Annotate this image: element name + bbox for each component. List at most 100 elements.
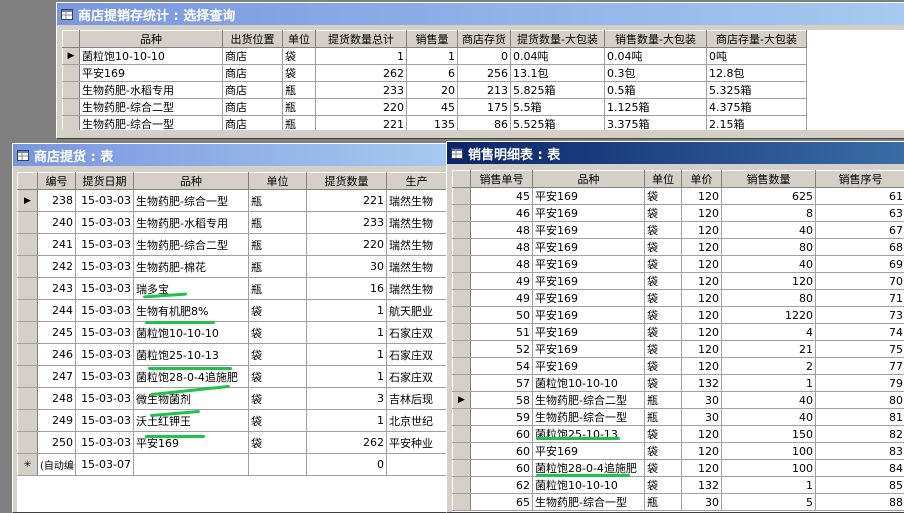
table-cell[interactable]: 625 (722, 188, 816, 205)
table-cell[interactable]: 平安169 (533, 205, 645, 222)
table-cell[interactable]: 袋 (645, 188, 682, 205)
table-cell[interactable]: 30 (307, 256, 387, 278)
table-cell[interactable]: 袋 (645, 375, 682, 392)
column-header[interactable]: 销售序号 (816, 171, 904, 188)
table-row[interactable]: 生物药肥-综合一型商店瓶221135865.525箱3.375箱2.15箱 (63, 116, 807, 131)
table-cell[interactable]: 瓶 (249, 212, 307, 234)
table-cell[interactable]: 石家庄双 (387, 366, 447, 388)
table-cell[interactable]: 150 (722, 426, 816, 443)
table-cell[interactable]: 46 (471, 205, 533, 222)
table-cell[interactable]: 生物药肥-综合一型 (80, 116, 223, 131)
table-cell[interactable]: 262 (307, 432, 387, 454)
table-cell[interactable]: 15-03-03 (76, 388, 134, 410)
table-cell[interactable]: 平安169 (533, 341, 645, 358)
table-cell[interactable]: 48 (471, 239, 533, 256)
table-row[interactable]: 48平安169袋1204069 (453, 256, 904, 273)
record-selector[interactable] (453, 460, 471, 477)
table-cell[interactable]: 商店 (223, 116, 283, 131)
table-cell[interactable]: 北京世纪 (387, 410, 447, 432)
table-cell[interactable]: 63 (816, 205, 904, 222)
table-cell[interactable]: 120 (682, 222, 722, 239)
table-row[interactable]: 48平安169袋1208068 (453, 239, 904, 256)
table-row[interactable]: 24415-03-03生物有机肥8%袋1航天肥业 (18, 300, 447, 322)
table-row[interactable]: 24815-03-03微生物菌剂袋3吉林后现 (18, 388, 447, 410)
table-cell[interactable]: 瓶 (645, 392, 682, 409)
table-cell[interactable]: 175 (458, 99, 511, 116)
table-cell[interactable]: 20 (407, 82, 458, 99)
table-cell[interactable]: 77 (816, 358, 904, 375)
datasheet-grid[interactable]: 编号提货日期品种单位提货数量生产▶23815-03-03生物药肥-综合一型瓶22… (17, 172, 453, 512)
table-cell[interactable]: 15-03-03 (76, 278, 134, 300)
table-cell[interactable]: 瓶 (283, 116, 316, 131)
table-cell[interactable]: 30 (682, 392, 722, 409)
table-cell[interactable]: 80 (816, 392, 904, 409)
table-cell[interactable]: 221 (316, 116, 407, 131)
table-cell[interactable]: 40 (722, 222, 816, 239)
table-cell[interactable]: 45 (471, 188, 533, 205)
table-row[interactable]: 52平安169袋1202175 (453, 341, 904, 358)
table-cell[interactable]: 120 (722, 273, 816, 290)
table-cell[interactable]: 袋 (249, 432, 307, 454)
table-cell[interactable]: 吉林后现 (387, 388, 447, 410)
table-cell[interactable]: 52 (471, 341, 533, 358)
table-row[interactable]: 平安169商店袋262625613.1包0.3包12.8包 (63, 65, 807, 82)
table-row[interactable]: 60平安169袋12010083 (453, 443, 904, 460)
record-selector[interactable] (453, 358, 471, 375)
record-selector[interactable] (453, 222, 471, 239)
table-row[interactable]: 51平安169袋120474 (453, 324, 904, 341)
table-row[interactable]: 24315-03-03瑞多宝瓶16瑞然生物 (18, 278, 447, 300)
table-cell[interactable]: 0吨 (707, 48, 807, 65)
table-row[interactable]: 48平安169袋1204067 (453, 222, 904, 239)
table-cell[interactable]: 菌粒饱25-10-13 (134, 344, 249, 366)
table-cell[interactable]: 袋 (283, 65, 316, 82)
table-cell[interactable]: 0 (458, 48, 511, 65)
table-cell[interactable]: 袋 (645, 358, 682, 375)
table-cell[interactable]: 1 (722, 375, 816, 392)
table-cell[interactable]: 233 (316, 82, 407, 99)
table-cell[interactable]: 49 (471, 290, 533, 307)
column-header[interactable]: 商店存量-大包装 (707, 31, 807, 48)
table-cell[interactable]: 15-03-03 (76, 256, 134, 278)
table-cell[interactable]: 16 (307, 278, 387, 300)
table-cell[interactable]: 51 (471, 324, 533, 341)
table-cell[interactable]: 13.1包 (511, 65, 605, 82)
table-cell[interactable]: 1 (307, 322, 387, 344)
table-cell[interactable]: 244 (38, 300, 76, 322)
table-cell[interactable]: 3.375箱 (605, 116, 707, 131)
table-cell[interactable] (249, 454, 307, 476)
table-cell[interactable]: 68 (816, 239, 904, 256)
table-cell[interactable]: 生物药肥-综合一型 (134, 190, 249, 212)
table-cell[interactable]: 120 (682, 290, 722, 307)
record-selector[interactable]: ▶ (453, 392, 471, 409)
record-selector[interactable] (453, 307, 471, 324)
select-all-cell[interactable] (453, 171, 471, 188)
table-cell[interactable]: 120 (682, 307, 722, 324)
table-cell[interactable]: 1 (316, 48, 407, 65)
table-cell[interactable]: 航天肥业 (387, 300, 447, 322)
table-cell[interactable]: 生物药肥-水稻专用 (134, 212, 249, 234)
table-cell[interactable]: 61 (816, 188, 904, 205)
table-cell[interactable] (387, 454, 447, 476)
table-cell[interactable]: 平安169 (533, 290, 645, 307)
column-header[interactable]: 单价 (682, 171, 722, 188)
table-cell[interactable]: 247 (38, 366, 76, 388)
record-selector[interactable] (453, 477, 471, 494)
table-cell[interactable]: 120 (682, 426, 722, 443)
table-cell[interactable]: 袋 (645, 443, 682, 460)
table-cell[interactable]: 62 (471, 477, 533, 494)
table-row[interactable]: 24015-03-03生物药肥-水稻专用瓶233瑞然生物 (18, 212, 447, 234)
table-cell[interactable]: 袋 (645, 307, 682, 324)
table-cell[interactable]: 58 (471, 392, 533, 409)
table-cell[interactable]: 59 (471, 409, 533, 426)
table-cell[interactable]: 1 (722, 477, 816, 494)
table-cell[interactable]: 瑞然生物 (387, 278, 447, 300)
table-cell[interactable]: 石家庄双 (387, 322, 447, 344)
window-title-bar[interactable]: 商店提销存统计 : 选择查询 (57, 3, 904, 25)
record-selector[interactable] (18, 410, 38, 432)
table-cell[interactable]: 1 (407, 48, 458, 65)
table-cell[interactable]: 15-03-03 (76, 432, 134, 454)
table-cell[interactable]: 石家庄双 (387, 344, 447, 366)
table-cell[interactable]: 平安169 (533, 307, 645, 324)
table-cell[interactable]: 5.325箱 (707, 82, 807, 99)
table-cell[interactable]: 40 (722, 256, 816, 273)
